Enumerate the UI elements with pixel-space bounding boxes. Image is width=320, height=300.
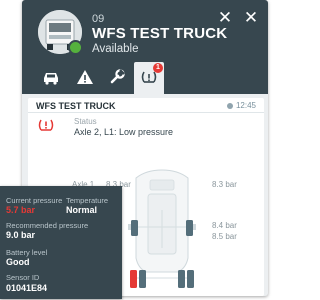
tab-tire-pressure[interactable]: 1 [134,62,164,94]
tire-sensor-tooltip: Current pressure 5.7 bar Temperature Nor… [0,186,122,299]
recommended-pressure-label: Recommended pressure [6,221,89,230]
tab-maintenance[interactable] [102,62,132,92]
vehicle-name: WFS TEST TRUCK [92,25,228,42]
recommended-pressure-value: 9.0 bar [6,230,36,240]
vehicle-id: 09 [92,13,105,25]
tab-vehicle[interactable] [36,62,66,92]
close-x-icon: ✕ [217,8,233,27]
card-divider [28,112,264,113]
close-icon: ✕ [243,8,259,27]
temperature-label: Temperature [66,196,109,205]
axle1-right-pressure: 8.3 bar [212,180,237,189]
card-title: WFS TEST TRUCK [36,101,116,111]
axle2-right-outer-pressure: 8.5 bar [212,232,237,241]
close-panel-button[interactable]: ✕ [242,9,260,27]
tire-axle2-right-inner [178,270,185,288]
vehicle-status: Available [92,43,139,55]
tire-axle2-right-outer [187,270,194,288]
tire-alert-badge: 1 [153,63,163,73]
card-time-text: 12:45 [235,101,256,110]
wrench-icon [110,69,125,84]
sensor-id-label: Sensor ID [6,273,40,282]
close-x-button[interactable]: ✕ [216,9,234,27]
warning-icon [77,70,93,84]
vehicle-header: 09 WFS TEST TRUCK Available ✕ ✕ 1 [22,0,268,94]
status-label: Status [74,117,97,126]
status-text: Axle 2, L1: Low pressure [74,127,174,137]
tire-axle2-left-outer [130,270,137,288]
tab-warnings[interactable] [70,62,100,92]
tire-axle1-left [131,220,138,236]
sensor-id-value: 01041E84 [6,283,48,293]
current-pressure-label: Current pressure [6,196,63,205]
availability-status-dot [68,40,83,55]
battery-level-label: Battery level [6,248,48,257]
card-timestamp: 12:45 [226,101,256,110]
current-pressure-value: 5.7 bar [6,205,36,215]
clock-icon [226,103,233,109]
tire-alert-status-icon [38,117,54,138]
temperature-value: Normal [66,205,98,215]
battery-level-value: Good [6,257,30,267]
truck-icon [44,73,58,85]
tire-axle1-right [186,220,193,236]
tire-axle2-left-inner [139,270,146,288]
axle2-right-inner-pressure: 8.4 bar [212,221,237,230]
